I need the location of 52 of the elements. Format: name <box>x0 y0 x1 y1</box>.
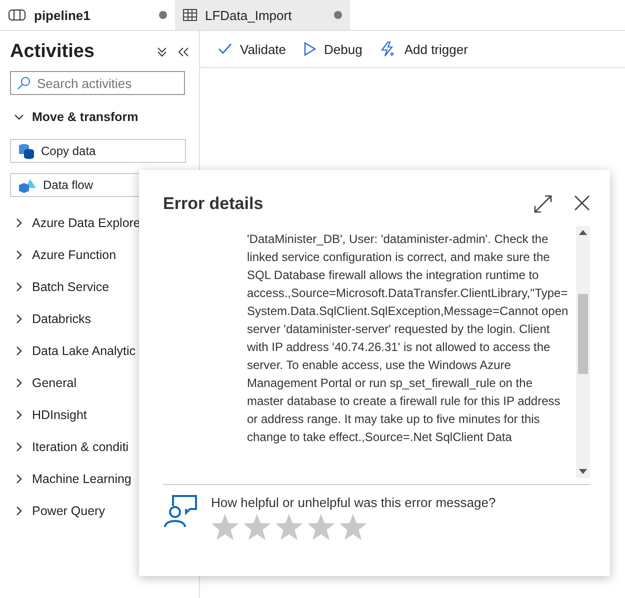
scrollbar-thumb[interactable] <box>578 294 588 374</box>
check-icon <box>218 43 232 55</box>
category-item[interactable]: Data Lake Analytic <box>10 335 189 367</box>
chevron-icon[interactable] <box>14 282 24 292</box>
tab[interactable]: LFData_Import <box>175 0 350 30</box>
search-icon <box>17 76 31 90</box>
feedback-icon <box>163 495 197 527</box>
chevron-icon[interactable] <box>14 410 24 420</box>
star-icon[interactable] <box>339 514 367 540</box>
database-icon <box>17 143 35 159</box>
star-icon[interactable] <box>307 514 335 540</box>
chevron-icon[interactable] <box>14 506 24 516</box>
expand-all-icon[interactable] <box>157 47 167 57</box>
expand-icon[interactable] <box>534 195 552 213</box>
category-item[interactable]: Databricks <box>10 303 189 335</box>
category-item[interactable]: Machine Learning <box>10 463 189 495</box>
toolbar-button[interactable]: Debug <box>304 42 362 56</box>
chevron-icon[interactable] <box>14 346 24 356</box>
play-icon <box>304 42 316 56</box>
dialog-title: Error details <box>163 194 264 214</box>
category-item[interactable]: Azure Function <box>10 239 189 271</box>
pipeline-icon <box>8 9 26 21</box>
category-item[interactable]: Power Query <box>10 495 189 527</box>
close-icon[interactable] <box>574 195 590 211</box>
error-message: 'DataMinister_DB', User: 'dataminister-admin'. Check the linked service configuration is correct, and make sure the SQL Database firewall allows the integration runtime to access.,Source=Microsoft.DataTransfer.ClientLibrary,''Type=System.Data.SqlClient.SqlException,Message=Cannot open server 'dataminister-server' requested by the login. Client with IP address '40.74.26.31' is not allowed to access the server. To enable access, use the Windows Azure Management Portal or run sp_set_firewall_rule on the master database to create a firewall rule for this IP address or address range. It may take up to five minutes for this change to take effect.,Source=.Net SqlClient Data <box>247 231 570 446</box>
scroll-down-icon[interactable] <box>579 469 588 474</box>
chevron-icon[interactable] <box>14 250 24 260</box>
sidebar-title: Activities <box>10 41 94 63</box>
chevron-icon[interactable] <box>14 442 24 452</box>
toolbar-button[interactable]: Add trigger <box>380 41 468 57</box>
table-icon <box>183 9 197 21</box>
toolbar-button[interactable]: Validate <box>218 42 286 56</box>
category-item[interactable]: HDInsight <box>10 399 189 431</box>
chevron-icon[interactable] <box>14 112 24 122</box>
scrollbar[interactable] <box>576 226 590 478</box>
chevron-icon[interactable] <box>14 218 24 228</box>
collapse-icon[interactable] <box>177 47 189 57</box>
search-field[interactable]: Search activities <box>10 71 185 95</box>
star-icon[interactable] <box>275 514 303 540</box>
category-item[interactable]: Iteration & conditi <box>10 431 189 463</box>
star-icon[interactable] <box>243 514 271 540</box>
category-item[interactable]: General <box>10 367 189 399</box>
chevron-icon[interactable] <box>14 378 24 388</box>
chevron-icon[interactable] <box>14 474 24 484</box>
category-item[interactable]: Move & transform <box>10 101 189 133</box>
chevron-icon[interactable] <box>14 314 24 324</box>
category-item[interactable]: Batch Service <box>10 271 189 303</box>
scroll-up-icon[interactable] <box>579 230 588 235</box>
star-icon[interactable] <box>211 514 239 540</box>
feedback-question: How helpful or unhelpful was this error message? <box>211 495 496 510</box>
lightning-icon <box>380 41 396 57</box>
activity-item[interactable]: Copy data <box>10 139 186 163</box>
